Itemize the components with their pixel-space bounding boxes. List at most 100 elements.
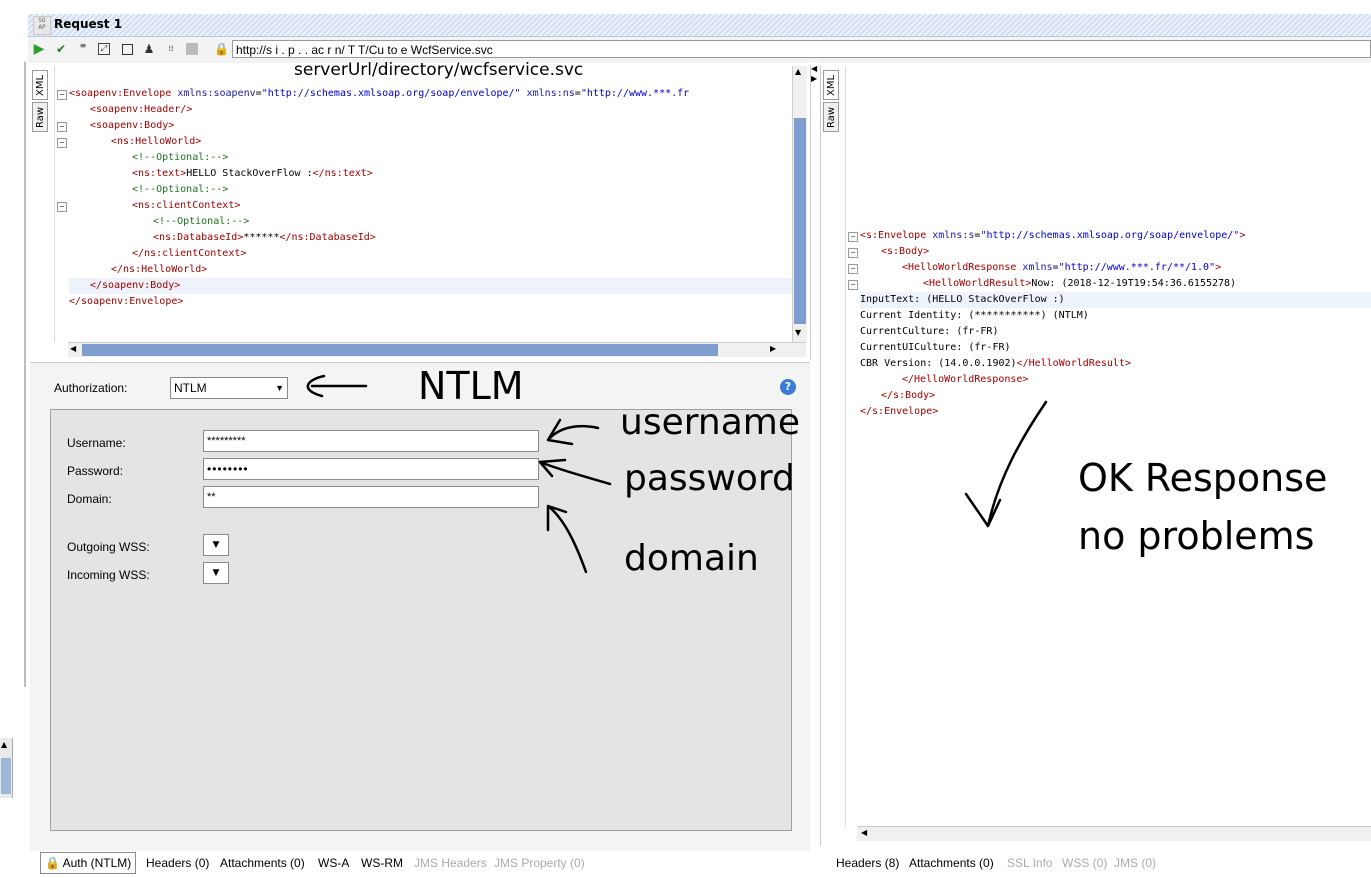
expand-icon[interactable]: ⤢ bbox=[98, 43, 110, 55]
xml-line: CBR Version: (14.0.0.1902)</HelloWorldRe… bbox=[860, 358, 1131, 369]
outgoing-wss-label: Outgoing WSS: bbox=[67, 540, 150, 554]
tab-ws-a[interactable]: WS-A bbox=[318, 856, 349, 870]
xml-line: <s:Body> bbox=[881, 246, 930, 257]
tab-xml[interactable]: XML bbox=[32, 70, 48, 100]
collapse-left-icon[interactable]: ◀ bbox=[811, 64, 817, 73]
scroll-down-icon[interactable]: ▼ bbox=[795, 328, 801, 337]
fold-toggle-icon[interactable]: − bbox=[57, 138, 67, 148]
scroll-right-icon[interactable]: ▶ bbox=[770, 344, 776, 353]
scrollbar-thumb[interactable] bbox=[82, 344, 718, 356]
xml-line: <ns:clientContext> bbox=[132, 200, 241, 211]
xml-line: <soapenv:Envelope xmlns:soapenv="http://… bbox=[69, 88, 690, 99]
tab-raw[interactable]: Raw bbox=[823, 102, 839, 132]
tab-jms-headers[interactable]: JMS Headers bbox=[414, 856, 487, 870]
xml-line: <ns:DatabaseId>******</ns:DatabaseId> bbox=[153, 232, 376, 243]
ntlm-annotation: NTLM bbox=[418, 364, 524, 408]
incoming-wss-select[interactable]: ▼ bbox=[203, 562, 229, 584]
response-xml-editor[interactable]: − <s:Envelope xmlns:s="http://schemas.xml… bbox=[845, 66, 1371, 826]
password-field[interactable]: •••••••• bbox=[203, 458, 539, 480]
left-scrollbar[interactable]: ▲ bbox=[0, 738, 13, 798]
xml-line: </ns:clientContext> bbox=[132, 248, 247, 259]
help-icon[interactable]: ? bbox=[780, 379, 796, 395]
response-horizontal-scrollbar[interactable]: ◀ bbox=[857, 826, 1371, 841]
fold-toggle-icon[interactable]: − bbox=[848, 248, 858, 258]
scrollbar-thumb[interactable] bbox=[1, 758, 11, 794]
xml-line: </s:Body> bbox=[881, 390, 936, 401]
scroll-left-icon[interactable]: ◀ bbox=[70, 344, 76, 353]
password-annotation: password bbox=[624, 458, 795, 499]
xml-line: <!--Optional:--> bbox=[132, 152, 229, 163]
request-editor-pane: XML Raw − <soapenv:Envelope xmlns:soapenv… bbox=[30, 66, 811, 360]
xml-line: </s:Envelope> bbox=[860, 406, 939, 417]
endpoint-url-input[interactable]: http://s i . p . . ac r n/ T T/Cu to e W… bbox=[232, 40, 1371, 58]
request-bottom-tabs: 🔒 Auth (NTLM) Headers (0) Attachments (0… bbox=[40, 852, 800, 876]
xml-line: </soapenv:Body> bbox=[69, 278, 793, 294]
lock-icon: 🔒 bbox=[214, 42, 229, 56]
request-xml-editor[interactable]: − <soapenv:Envelope xmlns:soapenv="http:/… bbox=[54, 66, 793, 342]
soap-icon: SO AP bbox=[33, 16, 51, 35]
square-icon[interactable] bbox=[122, 44, 133, 55]
window-title: Request 1 bbox=[54, 17, 123, 31]
no-problems-annotation: no problems bbox=[1078, 514, 1315, 558]
fold-toggle-icon[interactable]: − bbox=[57, 90, 67, 100]
response-bottom-tabs: Headers (8) Attachments (0) SSL Info WSS… bbox=[836, 852, 1356, 876]
fold-toggle-icon[interactable]: − bbox=[848, 280, 858, 290]
xml-line: <s:Envelope xmlns:s="http://schemas.xmls… bbox=[860, 230, 1246, 241]
lock-icon: 🔒 bbox=[45, 856, 63, 870]
tab-headers[interactable]: Headers (8) bbox=[836, 856, 899, 870]
username-field[interactable]: ********* bbox=[203, 430, 539, 452]
xml-line: <!--Optional:--> bbox=[132, 184, 229, 195]
tab-attachments[interactable]: Attachments (0) bbox=[220, 856, 305, 870]
fold-toggle-icon[interactable]: − bbox=[57, 122, 67, 132]
tab-raw[interactable]: Raw bbox=[32, 102, 48, 132]
scroll-up-icon[interactable]: ▲ bbox=[795, 67, 801, 76]
xml-line: <ns:HelloWorld> bbox=[111, 136, 202, 147]
xml-line: <ns:text>HELLO StackOverFlow :</ns:text> bbox=[132, 168, 373, 179]
validate-icon[interactable]: ✔ bbox=[54, 42, 68, 56]
tab-attachments[interactable]: Attachments (0) bbox=[909, 856, 994, 870]
xml-line: <HelloWorldResponse xmlns="http://www.**… bbox=[902, 262, 1222, 273]
xml-line: <soapenv:Header/> bbox=[90, 104, 193, 115]
xml-line: CurrentCulture: (fr-FR) bbox=[860, 326, 999, 337]
xml-line: <HelloWorldResult>Now: (2018-12-19T19:54… bbox=[923, 278, 1237, 289]
sub-icon[interactable]: ≡ bbox=[76, 42, 90, 56]
domain-label: Domain: bbox=[67, 492, 112, 506]
fold-toggle-icon[interactable]: − bbox=[848, 232, 858, 242]
tab-ws-rm[interactable]: WS-RM bbox=[361, 856, 403, 870]
xml-line: CurrentUICulture: (fr-FR) bbox=[860, 342, 1011, 353]
xml-line: </soapenv:Envelope> bbox=[69, 296, 184, 307]
xml-line: </HelloWorldResponse> bbox=[902, 374, 1029, 385]
tests-icon[interactable]: ⁞⁞ bbox=[164, 42, 178, 56]
pane-splitter[interactable]: ◀ ▶ bbox=[811, 62, 819, 878]
domain-field[interactable]: ** bbox=[203, 486, 539, 508]
xml-line: <soapenv:Body> bbox=[90, 120, 175, 131]
scroll-left-icon[interactable]: ◀ bbox=[861, 828, 867, 837]
authorization-value: NTLM bbox=[174, 381, 207, 395]
user-icon[interactable]: ♟ bbox=[142, 42, 156, 56]
xml-line: </ns:HelloWorld> bbox=[111, 264, 208, 275]
tab-wss[interactable]: WSS (0) bbox=[1062, 856, 1107, 870]
authorization-select[interactable]: NTLM ▼ bbox=[170, 377, 288, 399]
chevron-down-icon: ▼ bbox=[275, 383, 284, 393]
chevron-down-icon: ▼ bbox=[212, 540, 220, 550]
fold-toggle-icon[interactable]: − bbox=[848, 264, 858, 274]
username-annotation: username bbox=[620, 402, 800, 443]
run-icon[interactable]: ▶ bbox=[32, 42, 46, 56]
fold-toggle-icon[interactable]: − bbox=[57, 202, 67, 212]
window-edge bbox=[24, 62, 26, 687]
scrollbar-thumb[interactable] bbox=[794, 118, 806, 324]
tab-auth[interactable]: 🔒 Auth (NTLM) bbox=[40, 852, 137, 874]
tab-xml[interactable]: XML bbox=[823, 70, 839, 100]
stop-icon[interactable] bbox=[186, 43, 198, 55]
tab-jms-property[interactable]: JMS Property (0) bbox=[494, 856, 585, 870]
tab-headers[interactable]: Headers (0) bbox=[146, 856, 209, 870]
scroll-up-icon[interactable]: ▲ bbox=[1, 740, 7, 749]
outgoing-wss-select[interactable]: ▼ bbox=[203, 534, 229, 556]
request-vertical-scrollbar[interactable]: ▲ ▼ bbox=[792, 66, 807, 342]
tab-ssl-info[interactable]: SSL Info bbox=[1007, 856, 1053, 870]
authorization-label: Authorization: bbox=[54, 381, 128, 395]
request-horizontal-scrollbar[interactable]: ◀ ▶ bbox=[68, 342, 806, 357]
collapse-right-icon[interactable]: ▶ bbox=[811, 74, 817, 83]
tab-jms[interactable]: JMS (0) bbox=[1114, 856, 1156, 870]
request-title-bar: SO AP Request 1 bbox=[28, 14, 1371, 37]
